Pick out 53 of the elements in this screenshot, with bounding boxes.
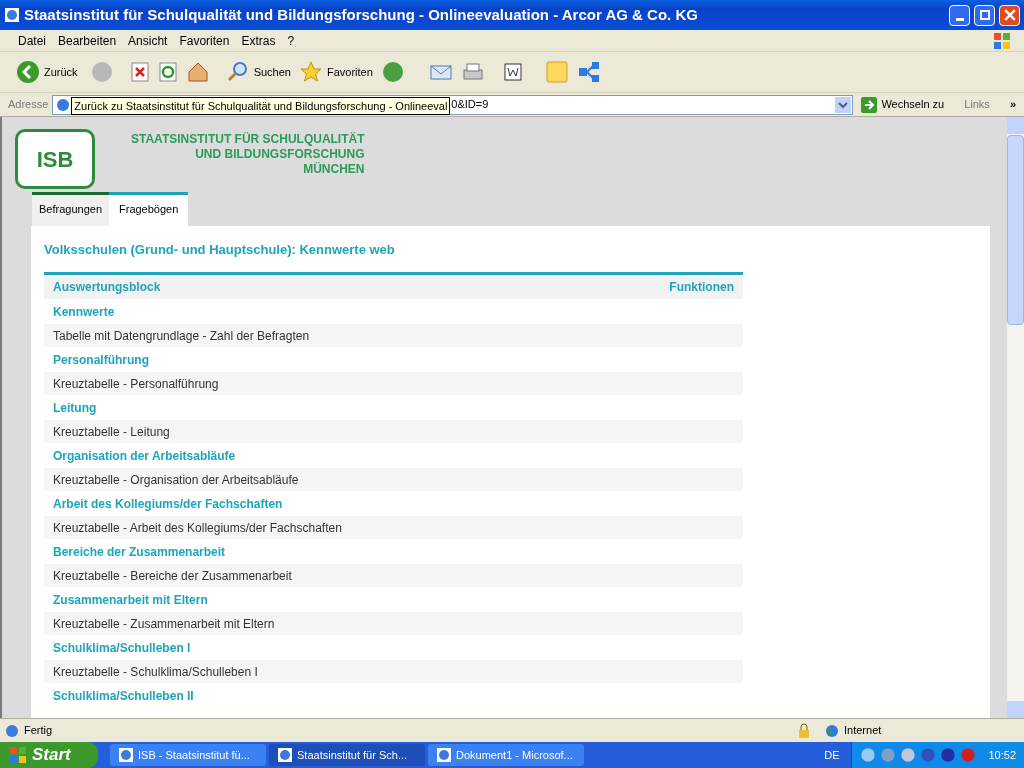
institute-name: STAATSINSTITUT FÜR SCHULQUALITÄT — [131, 132, 365, 147]
logo: ISB — [15, 129, 95, 189]
taskbar-button[interactable]: Dokument1 - Microsof... — [428, 744, 584, 766]
page-heading: Volksschulen (Grund- und Hauptschule): Kennwerte web — [44, 241, 396, 259]
close-button[interactable] — [999, 4, 1020, 26]
scrollbar[interactable] — [1007, 117, 1024, 718]
column-header: Auswertungsblock — [53, 279, 161, 296]
zone-text: Internet — [844, 723, 883, 739]
table-link[interactable]: Kreuztabelle - Personalführung — [53, 374, 219, 393]
tab[interactable]: Fragebögen — [109, 192, 189, 226]
back-button[interactable]: Zurück — [12, 56, 82, 88]
globe-icon — [824, 722, 840, 739]
stop-icon[interactable] — [129, 62, 150, 82]
clock: 10:52 — [988, 747, 1016, 763]
windows-logo-icon — [8, 745, 28, 765]
address-label: Adresse — [8, 97, 49, 113]
institute-name: MÜNCHEN — [303, 162, 365, 177]
go-arrow-icon — [861, 96, 878, 113]
menu-item[interactable]: Datei — [12, 31, 52, 50]
lock-icon — [796, 722, 812, 739]
menu-item[interactable]: Ansicht — [122, 31, 174, 50]
search-button[interactable]: Suchen — [225, 60, 291, 84]
dropdown-icon[interactable] — [835, 96, 852, 113]
column-header: Funktionen — [669, 279, 734, 296]
minimize-button[interactable] — [949, 4, 970, 26]
refresh-icon[interactable] — [157, 62, 178, 82]
search-icon — [225, 60, 250, 84]
table-link[interactable]: Kreuztabelle - Leitung — [53, 422, 170, 441]
more-button[interactable]: » — [1009, 96, 1016, 113]
start-button[interactable]: Start — [0, 742, 98, 768]
star-icon — [298, 60, 323, 84]
tab[interactable]: Befragungen — [32, 192, 109, 226]
taskbar-button[interactable]: ISB - Staatsinstitut fü... — [110, 744, 266, 766]
status-text: Fertig — [24, 723, 54, 739]
maximize-button[interactable] — [974, 4, 995, 26]
go-button[interactable]: Wechseln zu — [857, 96, 949, 113]
institute-name: UND BILDUNGSFORSCHUNG — [195, 147, 365, 162]
windows-logo-icon — [992, 30, 1012, 51]
tooltip: Zurück zu Staatsinstitut für Schulqualität und Bildungsforschung - Onlineeval — [71, 96, 451, 115]
links-button[interactable]: Links — [964, 96, 990, 113]
window-title: Staatsinstitut für Schulqualität und Bildungsforschung - Onlineevaluation - Arcor AG & Co. KG — [24, 4, 699, 25]
taskbar-button[interactable]: Staatsinstitut für Sch... — [269, 744, 425, 766]
close-icon — [1003, 9, 1016, 21]
menu-item[interactable]: Extras — [235, 31, 282, 50]
menu-item[interactable]: Bearbeiten — [52, 31, 123, 50]
language-indicator[interactable]: DE — [824, 746, 840, 764]
favorites-button[interactable]: Favoriten — [298, 60, 373, 84]
address-field[interactable]: Zurück zu Staatsinstitut für Schulqualität und Bildungsforschung - Onlineeval 0&ID=9 — [52, 94, 854, 115]
menu-item[interactable]: ? — [281, 31, 301, 50]
menu-item[interactable]: Favoriten — [173, 31, 236, 50]
home-icon[interactable] — [185, 60, 210, 84]
note-icon[interactable] — [544, 60, 569, 84]
address-value: 0&ID=9 — [451, 97, 489, 113]
